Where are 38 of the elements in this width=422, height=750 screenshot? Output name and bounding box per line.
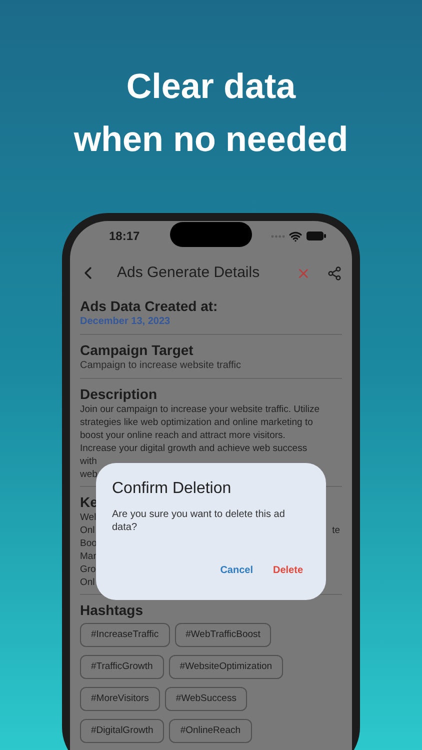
keyword-line: Boo [80, 537, 97, 550]
hashtag-chip[interactable]: #TrafficGrowth [80, 655, 164, 679]
headline: Clear data [126, 66, 296, 108]
section-heading: Ads Data Created at: [80, 297, 219, 315]
section-heading: Campaign Target [80, 341, 194, 359]
battery-icon [306, 231, 326, 241]
hashtag-chip[interactable]: #MoreVisitors [80, 687, 160, 711]
description-line: with [80, 455, 98, 468]
section-heading: Description [80, 385, 158, 403]
keyword-line: Gro [80, 563, 96, 576]
created-date: December 13, 2023 [80, 315, 172, 329]
keyword-line: Wel [80, 511, 96, 524]
hashtag-chip[interactable]: #WebTrafficBoost [174, 623, 272, 647]
page-title: Ads Generate Details [117, 262, 260, 283]
headline: when no needed [74, 119, 348, 161]
keyword-line: Onl [80, 524, 95, 537]
dialog-button[interactable]: Delete [268, 560, 308, 581]
status-time: 18:17 [109, 228, 140, 245]
hashtag-chip[interactable]: #WebsiteOptimization [168, 655, 284, 679]
dialog-title: Confirm Deletion [112, 479, 232, 499]
dialog-message: Are you sure you want to delete this ad data? [112, 508, 286, 534]
hashtag-chip[interactable]: #WebSuccess [164, 687, 248, 711]
wifi-icon [289, 230, 302, 242]
campaign-target: Campaign to increase website traffic [80, 359, 242, 373]
description-line: boost your online reach and attract more visitors. [80, 429, 286, 442]
description-line: web [80, 468, 98, 481]
description-line: Increase your digital growth and achieve web success [80, 442, 308, 455]
keyword-line: Mar [80, 550, 96, 563]
keyword-line: Onl [80, 576, 95, 589]
keyword-line: te [332, 524, 341, 537]
hashtag-chip[interactable]: #IncreaseTraffic [80, 623, 170, 647]
share-icon[interactable] [327, 266, 342, 280]
description-line: strategies like web optimization and online marketing to [80, 416, 314, 429]
dialog-button[interactable]: Cancel [215, 560, 258, 581]
hashtag-chip[interactable]: #OnlineReach [169, 719, 252, 743]
section-heading: Hashtags [80, 601, 144, 619]
description-line: Join our campaign to increase your website traffic. Utilize [80, 403, 321, 416]
hashtag-chip[interactable]: #DigitalGrowth [80, 719, 164, 743]
